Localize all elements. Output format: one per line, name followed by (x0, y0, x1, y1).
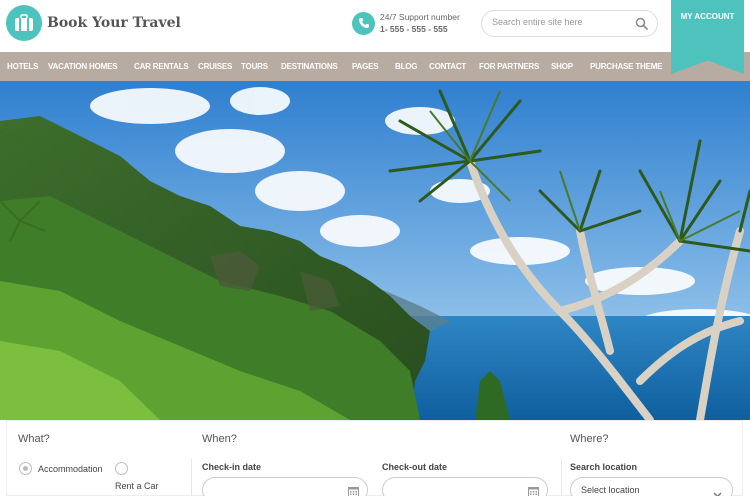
where-title: Where? (570, 433, 609, 445)
search-input[interactable] (492, 17, 632, 27)
support-label: 24/7 Support number (380, 12, 460, 22)
nav-item-for-partners[interactable]: FOR PARTNERS (479, 52, 539, 81)
what-title: What? (18, 433, 50, 445)
checkin-field[interactable] (202, 477, 368, 496)
search-icon[interactable] (635, 17, 648, 35)
calendar-icon[interactable] (348, 484, 359, 496)
nav-item-hotels[interactable]: HOTELS (7, 52, 38, 81)
main-nav: HOTELS VACATION HOMES CAR RENTALS CRUISE… (0, 52, 750, 81)
when-title: When? (202, 433, 237, 445)
location-value: Select location (581, 485, 640, 495)
calendar-icon[interactable] (528, 484, 539, 496)
nav-item-vacation-homes[interactable]: VACATION HOMES (48, 52, 118, 81)
checkout-label: Check-out date (382, 462, 448, 472)
divider (561, 459, 562, 496)
suitcase-icon (6, 5, 42, 41)
location-select[interactable]: Select location (570, 477, 733, 496)
nav-item-cruises[interactable]: CRUISES (198, 52, 232, 81)
nav-item-car-rentals[interactable]: CAR RENTALS (134, 52, 189, 81)
site-header: Book Your Travel 24/7 Support number 1- … (0, 0, 750, 52)
rent-a-car-label[interactable]: Rent a Car (115, 481, 159, 491)
location-label: Search location (570, 462, 638, 472)
nav-item-blog[interactable]: BLOG (395, 52, 418, 81)
divider (191, 459, 192, 496)
site-search (481, 10, 658, 37)
support-phone[interactable]: 1- 555 - 555 - 555 (380, 23, 460, 35)
brand-name: Book Your Travel (47, 15, 181, 31)
nav-item-contact[interactable]: CONTACT (429, 52, 466, 81)
support-info: 24/7 Support number 1- 555 - 555 - 555 (352, 11, 460, 35)
nav-item-pages[interactable]: PAGES (352, 52, 379, 81)
nav-item-shop[interactable]: SHOP (551, 52, 573, 81)
my-account-label: MY ACCOUNT (680, 12, 735, 21)
nav-item-tours[interactable]: TOURS (241, 52, 268, 81)
accommodation-radio[interactable] (19, 462, 32, 475)
checkin-label: Check-in date (202, 462, 262, 472)
phone-icon (352, 11, 375, 35)
chevron-down-icon (713, 486, 722, 496)
nav-item-destinations[interactable]: DESTINATIONS (281, 52, 338, 81)
checkout-field[interactable] (382, 477, 548, 496)
logo[interactable]: Book Your Travel (6, 5, 181, 41)
accommodation-label[interactable]: Accommodation (38, 464, 103, 474)
rent-a-car-radio[interactable] (115, 462, 128, 475)
search-panel: What? Accommodation Rent a Car When? Che… (6, 420, 743, 496)
nav-item-purchase-theme[interactable]: PURCHASE THEME (590, 52, 663, 81)
hero-image (0, 81, 750, 420)
